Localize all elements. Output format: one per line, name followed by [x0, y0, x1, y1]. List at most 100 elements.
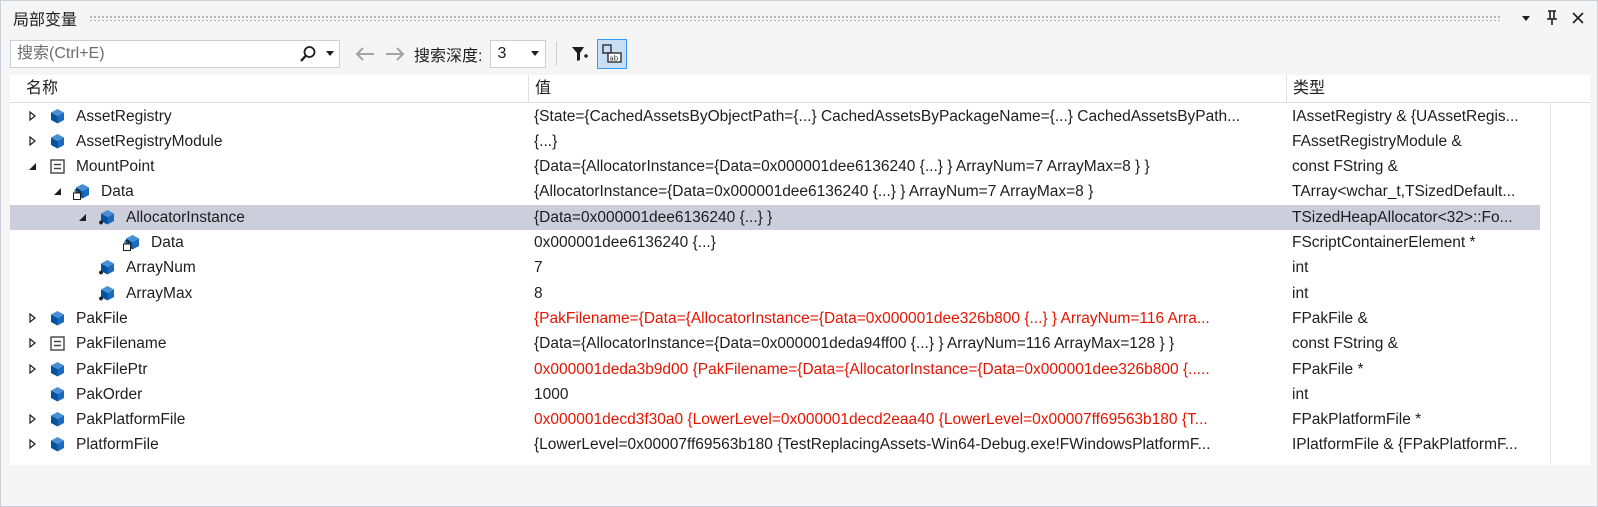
variable-name: Data	[151, 234, 184, 251]
variable-value[interactable]: 0x000001decd3f30a0 {LowerLevel=0x000001d…	[534, 407, 1286, 432]
variable-type: TArray<wchar_t,TSizedDefault...	[1292, 183, 1516, 201]
variable-name: PakPlatformFile	[76, 411, 186, 429]
variable-value[interactable]: {State={CachedAssetsByObjectPath={...} C…	[534, 104, 1286, 129]
class-member-icon	[51, 361, 64, 376]
variable-row[interactable]: Data 0x000001dee6136240 {...} FScriptConta…	[10, 230, 1540, 255]
variable-type: FScriptContainerElement *	[1292, 234, 1476, 251]
variable-value[interactable]: 0x000001deda3b9d00 {PakFilename={Data={A…	[534, 357, 1286, 382]
variable-value[interactable]: 0x000001dee6136240 {...}	[534, 230, 1286, 255]
variable-value[interactable]: {Data={AllocatorInstance={Data=0x000001d…	[534, 331, 1286, 356]
variable-value[interactable]: {LowerLevel=0x00007ff69563b180 {TestRepl…	[534, 432, 1286, 457]
pin-button[interactable]	[1539, 5, 1565, 31]
variable-row[interactable]: AssetRegistry {State={CachedAssetsByObjec…	[10, 104, 1540, 129]
variable-type: int	[1292, 385, 1309, 403]
toolbar: 搜索深度: 3 ab	[1, 37, 1597, 71]
search-depth-select[interactable]: 3	[490, 40, 547, 68]
variable-row[interactable]: AllocatorInstance {Data=0x000001dee613624…	[10, 204, 1540, 230]
variable-name: PakFilename	[76, 335, 167, 353]
protected-field-icon	[99, 209, 114, 225]
variable-type: int	[1292, 259, 1309, 277]
collapse-arrow-icon[interactable]	[26, 160, 38, 172]
search-depth-value: 3	[497, 45, 507, 62]
expand-arrow-icon[interactable]	[26, 337, 38, 349]
variable-type: FPakFile *	[1292, 360, 1364, 378]
variable-value[interactable]: 7	[534, 255, 1286, 280]
search-depth-label: 搜索深度:	[414, 48, 483, 65]
view-as-text-button[interactable]: ab	[597, 39, 628, 69]
close-button[interactable]	[1565, 5, 1591, 31]
column-header-name[interactable]: 名称	[10, 75, 528, 103]
variable-type: const FString &	[1292, 158, 1398, 176]
search-forward-button[interactable]	[380, 40, 410, 68]
variable-value[interactable]: {...}	[534, 129, 1286, 154]
text-visualizer-icon: ab	[602, 44, 623, 63]
window-menu-button[interactable]	[1513, 5, 1539, 31]
search-options-button[interactable]	[324, 44, 336, 64]
search-input[interactable]	[11, 42, 281, 66]
dropdown-triangle-icon	[1522, 16, 1530, 21]
locals-window: 局部变量 搜索深度: 3	[0, 0, 1598, 507]
search-backward-button[interactable]	[350, 40, 380, 68]
private-field-icon	[123, 235, 139, 251]
variable-row[interactable]: PakFilePtr 0x000001deda3b9d00 {PakFilenam…	[10, 357, 1540, 382]
collapse-arrow-icon[interactable]	[51, 185, 63, 197]
variable-row[interactable]: PakOrder 1000 int	[10, 382, 1540, 407]
variable-name: Data	[101, 183, 134, 201]
expand-arrow-icon[interactable]	[26, 135, 38, 147]
protected-field-icon	[99, 285, 114, 301]
chevron-down-icon	[326, 51, 334, 56]
variable-name: AssetRegistry	[76, 107, 172, 125]
class-member-icon	[51, 310, 64, 326]
variable-row[interactable]: ArrayNum 7 int	[10, 255, 1540, 280]
expand-arrow-icon[interactable]	[26, 363, 38, 375]
expand-arrow-icon[interactable]	[26, 438, 38, 450]
expand-arrow-icon[interactable]	[26, 312, 38, 324]
variable-value[interactable]: {Data={AllocatorInstance={Data=0x000001d…	[534, 154, 1286, 179]
class-member-icon	[51, 133, 64, 149]
arrow-right-icon	[386, 47, 405, 61]
toolbar-separator	[556, 42, 558, 66]
variable-type: FAssetRegistryModule &	[1292, 132, 1462, 150]
title-grip[interactable]	[89, 15, 1501, 21]
pin-icon	[1547, 10, 1557, 25]
variable-value[interactable]: {Data=0x000001dee6136240 {...} }	[534, 205, 1286, 230]
variable-name: PlatformFile	[76, 436, 159, 454]
variable-name: AllocatorInstance	[126, 208, 245, 226]
title-bar: 局部变量	[1, 1, 1597, 35]
variable-name: ArrayNum	[126, 259, 196, 277]
variable-row[interactable]: PakFilename {Data={AllocatorInstance={Dat…	[10, 331, 1540, 356]
search-icon[interactable]	[299, 45, 317, 63]
variable-type: FPakFile &	[1292, 309, 1368, 327]
variable-value[interactable]: {PakFilename={Data={AllocatorInstance={D…	[534, 306, 1286, 331]
variable-value[interactable]: 8	[534, 281, 1286, 306]
filter-button[interactable]	[565, 39, 595, 69]
variable-row[interactable]: ArrayMax 8 int	[10, 281, 1540, 306]
variable-value[interactable]: {AllocatorInstance={Data=0x000001dee6136…	[534, 179, 1286, 204]
search-box	[10, 40, 340, 68]
variable-name: PakFilePtr	[76, 360, 148, 378]
class-member-icon	[51, 108, 64, 123]
expand-arrow-icon[interactable]	[26, 413, 38, 425]
variable-row[interactable]: PlatformFile {LowerLevel=0x00007ff69563b1…	[10, 432, 1540, 457]
arrow-left-icon	[355, 47, 374, 61]
variable-name: PakOrder	[76, 385, 143, 403]
variable-row[interactable]: Data {AllocatorInstance={Data=0x000001dee…	[10, 179, 1540, 204]
variable-row[interactable]: MountPoint {Data={AllocatorInstance={Data…	[10, 154, 1540, 179]
expand-arrow-icon[interactable]	[26, 110, 38, 122]
column-header-type[interactable]: 类型	[1286, 75, 1556, 103]
variable-type: TSizedHeapAllocator<32>::Fo...	[1292, 208, 1513, 226]
variable-row[interactable]: PakFile {PakFilename={Data={AllocatorInst…	[10, 306, 1540, 331]
column-header-value[interactable]: 值	[528, 75, 1286, 103]
filter-icon	[572, 47, 589, 61]
variable-value[interactable]: 1000	[534, 382, 1286, 407]
window-title: 局部变量	[13, 12, 78, 29]
chevron-down-icon	[531, 51, 540, 56]
variable-row[interactable]: PakPlatformFile 0x000001decd3f30a0 {Lower…	[10, 407, 1540, 432]
variable-name: AssetRegistryModule	[76, 132, 223, 150]
grid-edge	[1550, 103, 1551, 463]
svg-text:ab: ab	[610, 55, 619, 63]
variable-type: FPakPlatformFile *	[1292, 411, 1422, 429]
variable-row[interactable]: AssetRegistryModule {...} FAssetRegistryMo…	[10, 129, 1540, 154]
class-member-icon	[51, 412, 64, 427]
collapse-arrow-icon[interactable]	[76, 211, 88, 223]
